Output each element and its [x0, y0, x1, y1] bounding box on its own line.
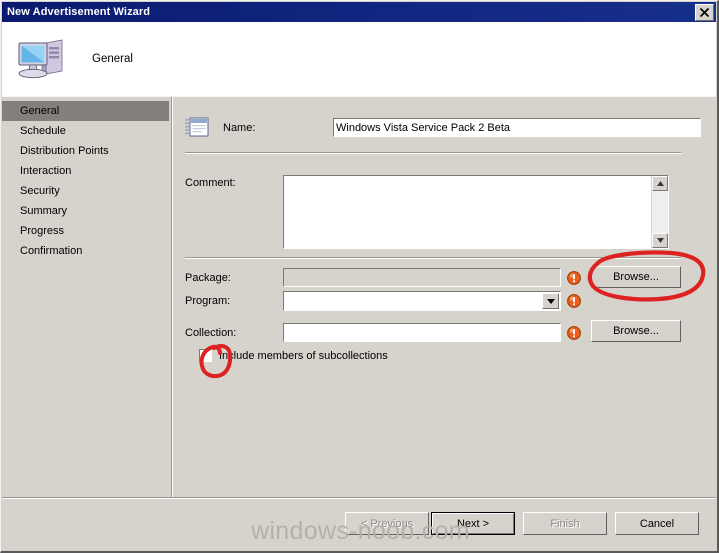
include-subcollections-checkbox[interactable]	[199, 349, 212, 362]
chevron-down-icon[interactable]	[542, 293, 559, 309]
next-button[interactable]: Next >	[431, 512, 515, 535]
title-bar: New Advertisement Wizard	[2, 2, 716, 22]
scroll-up-arrow-icon[interactable]	[652, 176, 668, 191]
wizard-header: General	[2, 22, 716, 96]
name-label: Name:	[223, 121, 256, 134]
sidebar-item-distribution-points[interactable]: Distribution Points	[2, 141, 171, 161]
name-row: Name:	[185, 117, 701, 138]
comment-field[interactable]	[283, 175, 669, 249]
package-browse-label: Browse...	[613, 271, 659, 283]
sidebar-item-general[interactable]: General	[2, 101, 169, 121]
close-button[interactable]	[695, 3, 714, 21]
package-browse-button[interactable]: Browse...	[591, 266, 681, 288]
finish-label: Finish	[550, 517, 580, 530]
previous-button[interactable]: < Previous	[345, 512, 429, 535]
package-label: Package:	[185, 271, 231, 284]
previous-label: < Previous	[360, 517, 414, 530]
include-subcollections-label: Include members of subcollections	[219, 349, 388, 362]
wizard-page-general: Name: Comment:	[172, 96, 716, 551]
comment-row: Comment:	[185, 175, 669, 249]
scroll-down-arrow-icon[interactable]	[652, 233, 668, 248]
wizard-footer: < Previous Next > Finish Cancel	[2, 497, 716, 551]
sidebar-item-security[interactable]: Security	[2, 181, 171, 201]
cancel-label: Cancel	[639, 517, 675, 530]
package-input[interactable]	[284, 269, 560, 286]
collection-row: Collection:	[185, 323, 581, 342]
program-label: Program:	[185, 295, 231, 307]
comment-input[interactable]	[284, 176, 651, 248]
sidebar-item-interaction[interactable]: Interaction	[2, 161, 171, 181]
advertisement-icon	[185, 117, 209, 137]
cancel-button[interactable]: Cancel	[615, 512, 699, 535]
next-label: Next >	[456, 517, 490, 530]
name-input[interactable]	[334, 119, 700, 136]
collection-label: Collection:	[185, 326, 237, 339]
comment-separator	[185, 257, 681, 259]
program-row: Program:	[185, 291, 581, 311]
name-field[interactable]	[333, 118, 701, 137]
finish-button[interactable]: Finish	[523, 512, 607, 535]
collection-field[interactable]	[283, 323, 561, 342]
package-row: Package:	[185, 268, 581, 287]
collection-browse-label: Browse...	[613, 325, 659, 337]
collection-input[interactable]	[284, 324, 560, 341]
collection-warning-icon	[567, 325, 581, 340]
window-title: New Advertisement Wizard	[7, 6, 151, 18]
program-field[interactable]	[283, 291, 561, 311]
computer-icon	[18, 39, 63, 79]
name-separator	[185, 152, 681, 154]
new-advertisement-wizard-window: New Advertisement Wizard General General…	[0, 0, 719, 553]
comment-label: Comment:	[185, 177, 236, 189]
collection-browse-button[interactable]: Browse...	[591, 320, 681, 342]
program-warning-icon	[567, 294, 581, 308]
wizard-body: General Schedule Distribution Points Int…	[2, 96, 716, 551]
include-subcollections-row[interactable]: Include members of subcollections	[199, 349, 388, 362]
comment-scrollbar[interactable]	[651, 176, 668, 248]
program-value[interactable]	[284, 292, 541, 310]
footer-divider	[2, 498, 716, 499]
package-field[interactable]	[283, 268, 561, 287]
page-title: General	[92, 53, 133, 65]
wizard-step-list: General Schedule Distribution Points Int…	[2, 96, 172, 551]
sidebar-item-summary[interactable]: Summary	[2, 201, 171, 221]
package-warning-icon	[567, 270, 581, 285]
sidebar-item-confirmation[interactable]: Confirmation	[2, 241, 171, 261]
close-icon	[699, 7, 710, 17]
sidebar-item-schedule[interactable]: Schedule	[2, 121, 171, 141]
sidebar-item-progress[interactable]: Progress	[2, 221, 171, 241]
